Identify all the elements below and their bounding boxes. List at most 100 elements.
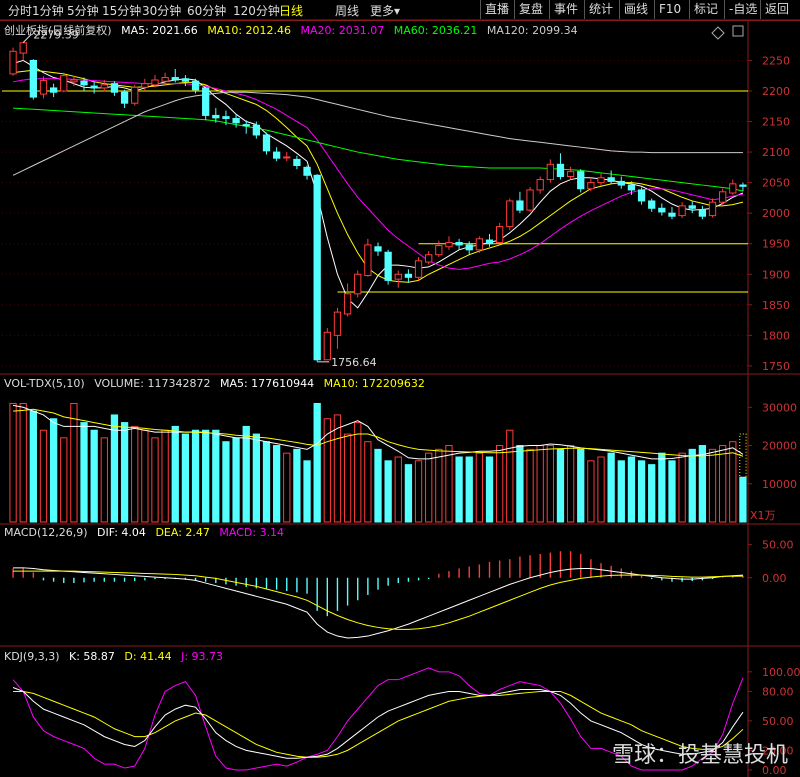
candle-body	[566, 171, 575, 178]
volume-bar	[202, 429, 210, 523]
candle-body	[425, 254, 433, 263]
macd-tick-label: 50.00	[762, 539, 794, 552]
volume-bar	[617, 460, 625, 523]
volume-bar	[627, 456, 636, 523]
volume-bar	[465, 456, 473, 523]
volume-bar	[597, 456, 605, 523]
volume-bar	[485, 456, 494, 523]
kdj-header: KDJ(9,3,3) K: 58.87 D: 41.44 J: 93.73	[4, 650, 223, 663]
vol-ma10-label: MA10: 172209632	[323, 377, 425, 390]
volume-bar	[577, 448, 585, 523]
volume-bar	[39, 429, 48, 523]
candle-body	[293, 158, 301, 167]
price-tick-label: 2250	[762, 54, 790, 67]
candle-body	[323, 331, 331, 361]
candle-body	[485, 239, 494, 245]
candle-body	[648, 200, 656, 209]
price-tick-label: 1950	[762, 238, 790, 251]
candle-body	[272, 151, 281, 159]
candle-body	[475, 238, 484, 251]
vol-tick-label: 10000	[762, 478, 797, 491]
volume-bar	[232, 437, 240, 523]
candle-body	[131, 86, 139, 104]
volume-bar	[668, 460, 676, 523]
candle-body	[283, 156, 291, 159]
candle-body	[374, 246, 382, 252]
volume-bar	[252, 433, 260, 523]
volume-bar	[191, 429, 200, 523]
volume-bar	[526, 448, 534, 523]
ma-line-ma120	[12, 91, 743, 176]
volume-bar	[49, 418, 58, 523]
volume-bar	[222, 441, 230, 523]
volume-bar	[546, 445, 554, 523]
volume-bar	[70, 402, 78, 523]
vol-tick-label: 30000	[762, 401, 797, 414]
volume-bar	[303, 460, 311, 523]
candle-body	[222, 116, 230, 119]
vol-ma5-label: MA5: 177610944	[219, 377, 315, 390]
candle-body	[120, 91, 129, 104]
candle-body	[343, 293, 352, 315]
candle-body	[719, 191, 727, 203]
ma60-label: MA60: 2036.21	[393, 24, 478, 37]
candle-body	[39, 80, 48, 95]
volume-bar	[9, 402, 17, 523]
volume-bar	[212, 429, 220, 523]
volume-bar	[313, 402, 321, 523]
volume-bar	[607, 452, 615, 523]
main-header: 创业板指(日线前复权) MA5: 2021.66 MA10: 2012.46 M…	[4, 22, 578, 38]
square-icon	[732, 25, 744, 37]
macd-name: MACD(12,26,9)	[4, 526, 88, 539]
volume-bar	[506, 429, 514, 523]
candle-body	[394, 273, 402, 280]
volume-bar	[151, 437, 159, 523]
volume-bar	[637, 460, 646, 523]
candle-body	[688, 205, 696, 209]
volume-bar	[536, 445, 544, 523]
candle-body	[171, 77, 179, 81]
volume-bar	[272, 445, 281, 523]
candle-body	[658, 207, 666, 213]
price-tick-label: 1750	[762, 360, 790, 373]
volume-bar	[141, 429, 149, 523]
candle-body	[49, 87, 58, 93]
vol-unit-label: X1万	[750, 509, 776, 522]
volume-bar	[100, 437, 108, 523]
k-label: K: 58.87	[69, 650, 115, 663]
kdj-tick-label: 100.00	[762, 666, 800, 679]
candle-body	[577, 171, 585, 190]
ma5-label: MA5: 2021.66	[121, 24, 198, 37]
volume-bar	[171, 425, 179, 523]
volume-bar	[698, 445, 707, 523]
j-label: J: 93.73	[181, 650, 224, 663]
candle-body	[141, 83, 149, 88]
candle-body	[151, 79, 159, 86]
candle-body	[506, 200, 514, 228]
candle-body	[333, 311, 342, 336]
candle-body	[617, 180, 625, 186]
ma-line-ma60	[13, 107, 744, 192]
candle-body	[455, 241, 463, 246]
volume-bar	[181, 433, 190, 523]
volume-bar	[333, 414, 342, 523]
volume-bar	[19, 402, 27, 523]
candle-body	[404, 273, 413, 278]
volume-bar	[120, 422, 129, 523]
dea-label: DEA: 2.47	[155, 526, 210, 539]
volume-bar	[435, 448, 443, 523]
volume-bar	[719, 445, 727, 523]
ma120-label: MA120: 2099.34	[486, 24, 578, 37]
price-tick-label: 1800	[762, 329, 790, 342]
volume-bar	[364, 441, 372, 523]
volume-bar	[496, 445, 504, 523]
dif-label: DIF: 4.04	[97, 526, 146, 539]
volume-bar	[90, 429, 98, 523]
volume-bar	[293, 448, 301, 523]
volume-bar	[566, 445, 575, 523]
d-label: D: 41.44	[124, 650, 172, 663]
candle-body	[232, 117, 240, 124]
candle-body	[678, 205, 686, 217]
candle-body	[607, 177, 615, 182]
candle-body	[637, 189, 646, 202]
